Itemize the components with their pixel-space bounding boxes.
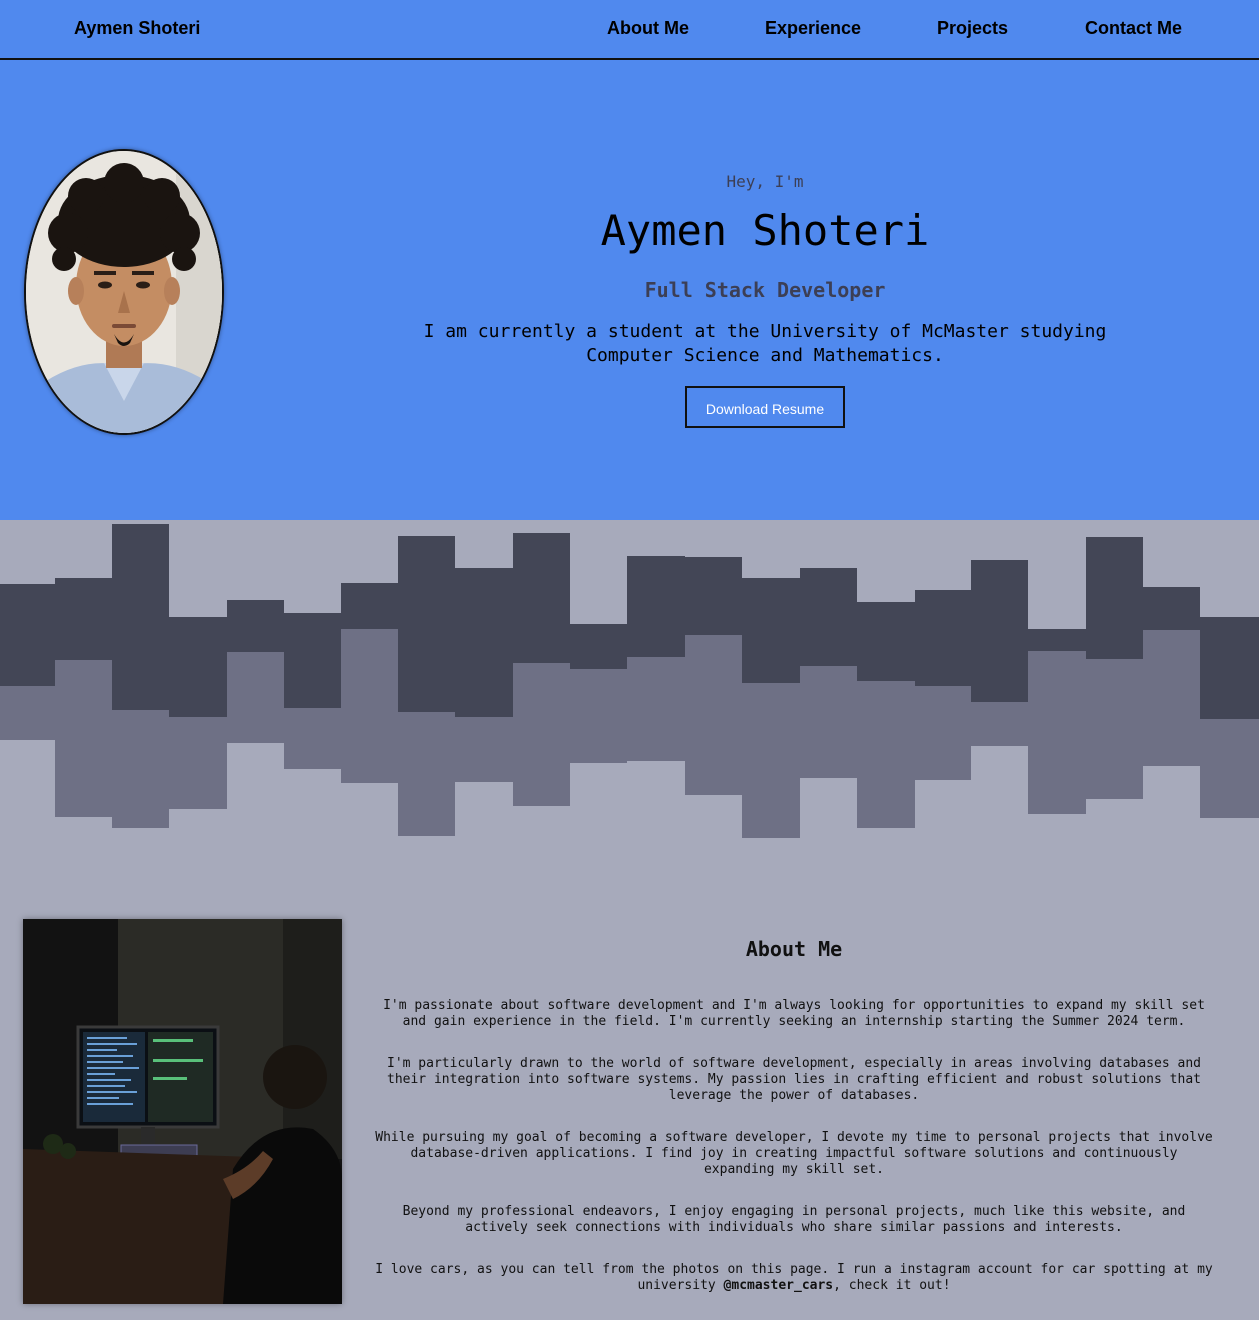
nav-link-projects[interactable]: Projects xyxy=(937,18,1008,39)
nav-link-about[interactable]: About Me xyxy=(607,18,689,39)
hero-section: Hey, I'm Aymen Shoteri Full Stack Develo… xyxy=(0,60,1259,530)
about-paragraph-1: I'm passionate about software developmen… xyxy=(383,998,1205,1029)
brand-name[interactable]: Aymen Shoteri xyxy=(74,18,200,39)
profile-photo xyxy=(24,149,224,435)
about-title: About Me xyxy=(745,937,843,961)
desk-setup-icon xyxy=(23,919,342,1304)
about-paragraph-2: I'm particularly drawn to the world of s… xyxy=(387,1056,1201,1103)
about-paragraph-5-end: , check it out! xyxy=(833,1278,951,1293)
about-paragraph-4: Beyond my professional endeavors, I enjo… xyxy=(402,1204,1186,1235)
hero-intro: I am currently a student at the Universi… xyxy=(423,321,1107,366)
nav-link-contact[interactable]: Contact Me xyxy=(1085,18,1182,39)
profile-portrait-icon xyxy=(26,151,222,433)
hero-role: Full Stack Developer xyxy=(644,278,886,302)
download-resume-button[interactable]: Download Resume xyxy=(685,386,845,428)
navbar: Aymen Shoteri About Me Experience Projec… xyxy=(0,0,1259,60)
about-section: About Me I'm passionate about software d… xyxy=(372,936,1216,1320)
about-paragraph-3: While pursuing my goal of becoming a sof… xyxy=(375,1130,1213,1177)
hero-name: Aymen Shoteri xyxy=(600,206,930,255)
nav-link-experience[interactable]: Experience xyxy=(765,18,861,39)
hero-greeting: Hey, I'm xyxy=(726,172,804,191)
instagram-handle-link[interactable]: @mcmaster_cars xyxy=(724,1278,834,1293)
about-paragraph-5: I love cars, as you can tell from the ph… xyxy=(372,1262,1216,1294)
skyline-decoration xyxy=(0,520,1259,900)
hero-text-block: Hey, I'm Aymen Shoteri Full Stack Develo… xyxy=(375,170,1155,428)
desk-setup-photo xyxy=(23,919,342,1304)
